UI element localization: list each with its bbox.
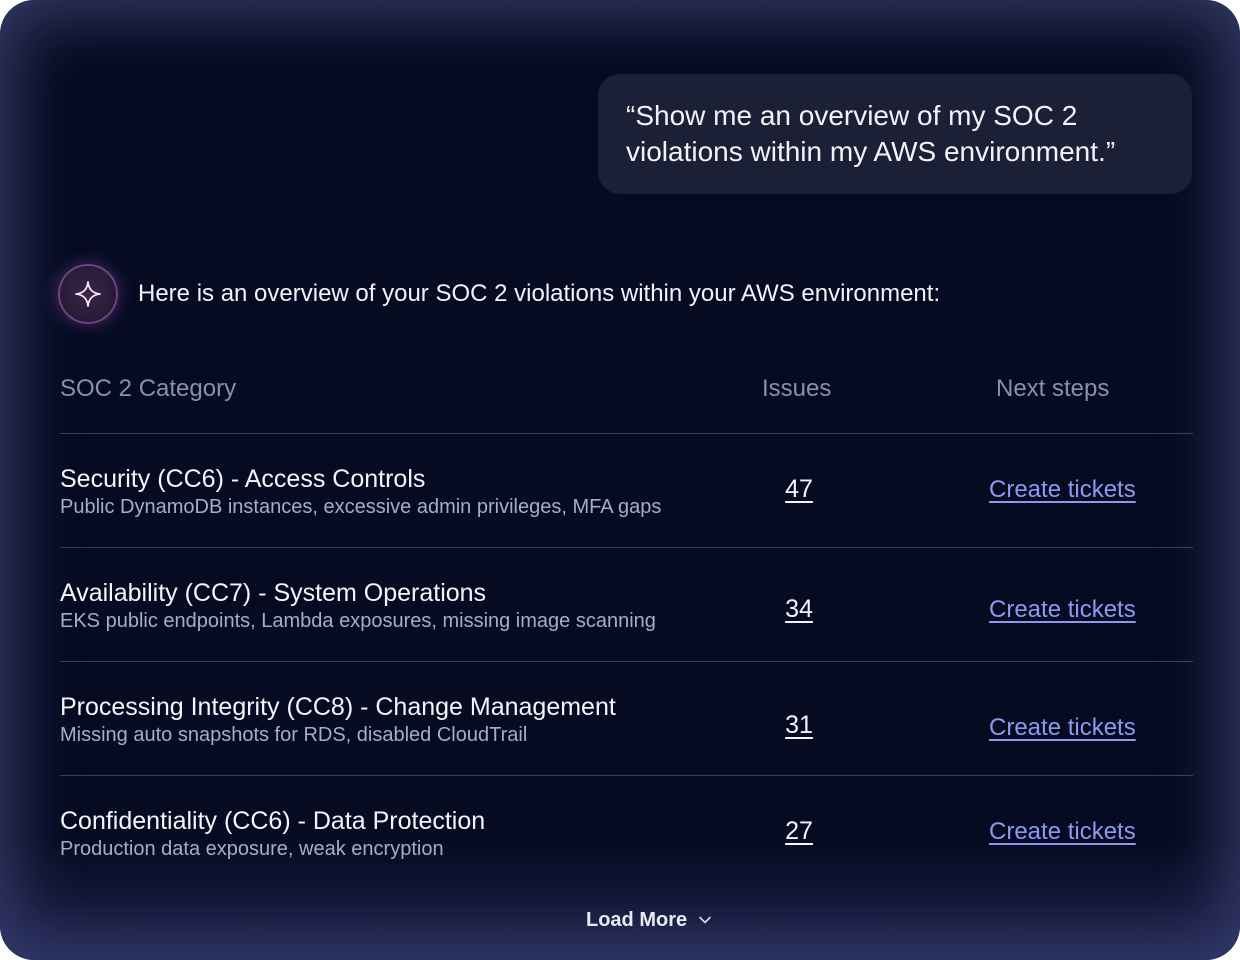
user-message-line-2: violations within my AWS environment.” <box>626 136 1116 167</box>
header-issues: Issues <box>762 375 832 402</box>
assistant-message: Here is an overview of your SOC 2 violat… <box>138 280 941 307</box>
create-tickets-link[interactable]: Create tickets <box>989 817 1136 847</box>
table-row: Confidentiality (CC6) - Data Protection … <box>60 776 1193 889</box>
issues-count-link[interactable]: 27 <box>772 816 826 846</box>
header-next-steps: Next steps <box>996 375 1110 402</box>
create-tickets-link[interactable]: Create tickets <box>989 475 1136 505</box>
chevron-down-icon <box>699 916 711 924</box>
category-title: Processing Integrity (CC8) - Change Mana… <box>60 693 616 721</box>
category-title: Security (CC6) - Access Controls <box>60 465 426 493</box>
issues-count-link[interactable]: 47 <box>772 474 826 504</box>
category-title: Availability (CC7) - System Operations <box>60 579 487 607</box>
table-row: Availability (CC7) - System Operations E… <box>60 548 1193 661</box>
load-more-label: Load More <box>586 909 688 931</box>
assistant-avatar <box>60 266 116 322</box>
chat-panel: “Show me an overview of my SOC 2 violati… <box>0 0 1240 960</box>
create-tickets-link[interactable]: Create tickets <box>989 713 1136 743</box>
category-description: Production data exposure, weak encryptio… <box>60 838 444 860</box>
category-description: Public DynamoDB instances, excessive adm… <box>60 496 662 518</box>
table-row: Security (CC6) - Access Controls Public … <box>60 434 1193 547</box>
issues-count-link[interactable]: 34 <box>772 594 826 624</box>
category-title: Confidentiality (CC6) - Data Protection <box>60 807 486 835</box>
user-message-line-1: “Show me an overview of my SOC 2 <box>626 100 1078 131</box>
create-tickets-link[interactable]: Create tickets <box>989 595 1136 625</box>
sparkle-icon <box>75 281 101 307</box>
user-message-bubble: “Show me an overview of my SOC 2 violati… <box>598 74 1192 194</box>
issues-count-link[interactable]: 31 <box>772 710 826 740</box>
header-soc2-category: SOC 2 Category <box>60 375 237 402</box>
load-more-button[interactable]: Load More <box>586 906 713 934</box>
table-row: Processing Integrity (CC8) - Change Mana… <box>60 662 1193 775</box>
category-description: Missing auto snapshots for RDS, disabled… <box>60 724 528 746</box>
category-description: EKS public endpoints, Lambda exposures, … <box>60 610 656 632</box>
